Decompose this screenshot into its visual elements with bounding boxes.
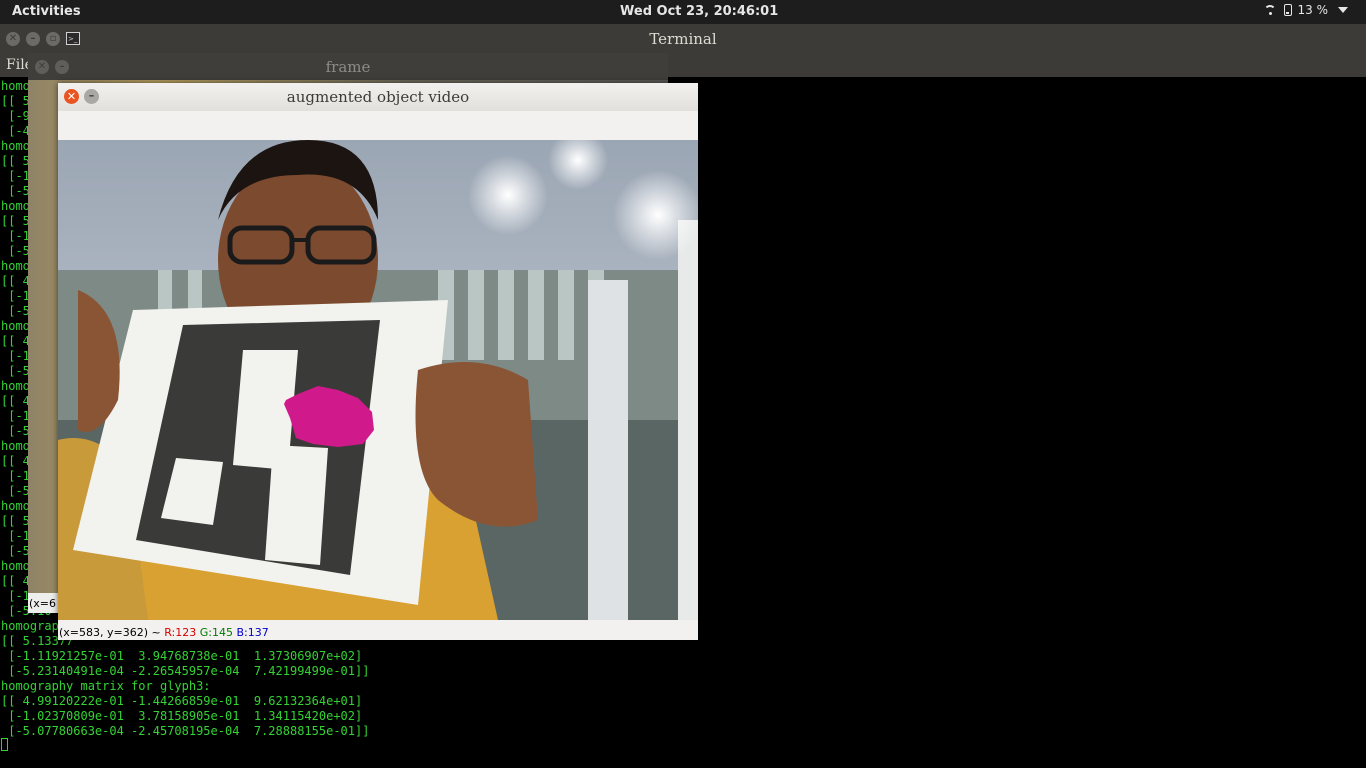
terminal-line: [[ 4 <box>1 274 30 288</box>
terminal-line: [[ 5 <box>1 514 30 528</box>
terminal-line: [[ 4.99120222e-01 -1.44266859e-01 9.6213… <box>1 694 363 708</box>
terminal-line: [[ 5 <box>1 154 30 168</box>
terminal-line: [[ 5 <box>1 94 30 108</box>
terminal-line: [-1 <box>1 469 30 483</box>
terminal-line: [-4 <box>1 124 30 138</box>
system-tray[interactable]: 13 % <box>1263 3 1348 17</box>
terminal-line: [[ 5 <box>1 214 30 228</box>
terminal-line: [-5.23140491e-04 -2.26545957e-04 7.42199… <box>1 664 370 678</box>
status-green: G:145 <box>199 626 233 639</box>
terminal-line: [-5 <box>1 544 30 558</box>
terminal-line: [-1.02370809e-01 3.78158905e-01 1.341154… <box>1 709 363 723</box>
battery-icon <box>1283 4 1292 16</box>
augmented-video-window[interactable]: ✕ – augmented object video (x=583, y=362… <box>58 83 698 640</box>
terminal-line: [-5 <box>1 484 30 498</box>
terminal-line: [-5.07780663e-04 -2.45708195e-04 7.28888… <box>1 724 370 738</box>
terminal-line: homo <box>1 139 30 153</box>
terminal-line: homo <box>1 559 30 573</box>
terminal-cursor <box>1 738 8 751</box>
terminal-line: [-5 <box>1 244 30 258</box>
status-coordinates: (x=583, y=362) ~ <box>59 626 161 639</box>
wifi-icon <box>1263 4 1278 16</box>
terminal-title: Terminal <box>649 30 717 48</box>
augmented-window-title: augmented object video <box>286 88 470 106</box>
terminal-line: homo <box>1 79 30 93</box>
terminal-line: homography matrix for glyph3: <box>1 679 211 693</box>
status-red: R:123 <box>164 626 197 639</box>
terminal-header: ✕ – ▫ >_ Terminal <box>0 24 1366 54</box>
augmented-window-header: ✕ – augmented object video <box>58 83 698 111</box>
terminal-line: homo <box>1 439 30 453</box>
terminal-line: [-9 <box>1 109 30 123</box>
terminal-line: [[ 4 <box>1 334 30 348</box>
terminal-line: homo <box>1 499 30 513</box>
frame-window-header: ✕ – frame <box>28 53 668 80</box>
augmented-video-frame[interactable] <box>58 140 698 620</box>
frame-status-text: (x=6 <box>29 597 57 610</box>
top-bar: Activities Wed Oct 23, 20:46:01 13 % <box>0 0 1366 24</box>
terminal-line: homo <box>1 259 30 273</box>
terminal-line: [[ 4 <box>1 394 30 408</box>
terminal-line: [-1 <box>1 349 30 363</box>
terminal-line: [-5 <box>1 424 30 438</box>
terminal-line: [-1 <box>1 289 30 303</box>
terminal-line: [-1 <box>1 169 30 183</box>
terminal-line: [-1 <box>1 229 30 243</box>
battery-percent: 13 % <box>1297 3 1329 17</box>
status-blue: B:137 <box>236 626 269 639</box>
terminal-line: [-1 <box>1 409 30 423</box>
terminal-line: [[ 4 <box>1 574 30 588</box>
frame-window-title: frame <box>325 58 371 76</box>
clock[interactable]: Wed Oct 23, 20:46:01 <box>620 4 778 19</box>
terminal-line: [-1 <box>1 529 30 543</box>
terminal-line: homo <box>1 199 30 213</box>
activities-button[interactable]: Activities <box>12 4 81 19</box>
terminal-line: [-5 <box>1 304 30 318</box>
terminal-line: homo <box>1 379 30 393</box>
terminal-line: [-1 <box>1 589 30 603</box>
terminal-line: homo <box>1 319 30 333</box>
system-menu-caret-icon <box>1338 7 1348 13</box>
camera-scene <box>58 140 698 620</box>
terminal-line: [-1.11921257e-01 3.94768738e-01 1.373069… <box>1 649 363 663</box>
terminal-line: [[ 4 <box>1 454 30 468</box>
augmented-toolbar <box>58 111 698 140</box>
terminal-line: [-5 <box>1 184 30 198</box>
terminal-line: [-5 <box>1 364 30 378</box>
augmented-status-bar: (x=583, y=362) ~ R:123 G:145 B:137 <box>58 620 698 640</box>
